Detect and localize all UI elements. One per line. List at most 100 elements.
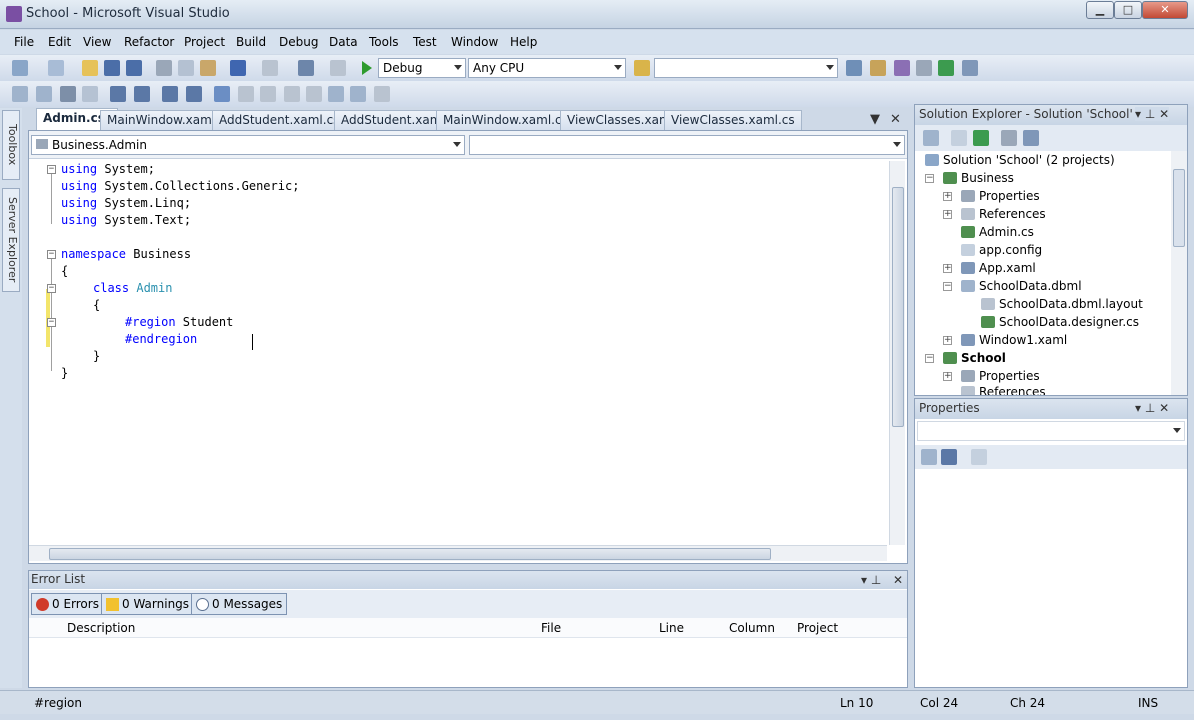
previous-bookmark-in-folder-icon[interactable] (284, 86, 300, 102)
clear-bookmarks-icon[interactable] (374, 86, 390, 102)
properties-object-combo[interactable] (917, 421, 1185, 441)
pane-controls[interactable]: ▾ ⊥ ✕ (1135, 107, 1170, 121)
tab-viewclasses-xaml[interactable]: ViewClasses.xaml (560, 110, 681, 130)
uncomment-icon[interactable] (186, 86, 202, 102)
tree-item-admin-cs[interactable]: Admin.cs (961, 223, 1034, 241)
undo-icon[interactable] (230, 60, 246, 76)
messages-filter-button[interactable]: 0 Messages (191, 593, 288, 615)
parameter-info-icon[interactable] (36, 86, 52, 102)
solution-explorer-scrollbar[interactable] (1171, 151, 1187, 395)
member-combo[interactable] (469, 135, 905, 155)
pane-controls[interactable]: ▾ ⊥ ✕ (1135, 401, 1169, 415)
expand-references-icon[interactable]: + (943, 210, 952, 219)
object-browser-icon[interactable] (894, 60, 910, 76)
open-folder-icon[interactable] (82, 60, 98, 76)
column-line[interactable]: Line (659, 621, 684, 635)
menu-help[interactable]: Help (510, 35, 537, 49)
errors-filter-button[interactable]: 0 Errors (31, 593, 104, 615)
menu-refactor[interactable]: Refactor (124, 35, 174, 49)
tree-item-business-project[interactable]: Business (943, 169, 1014, 187)
next-bookmark-icon[interactable] (260, 86, 276, 102)
display-object-member-list-icon[interactable] (12, 86, 28, 102)
paste-icon[interactable] (200, 60, 216, 76)
maximize-button[interactable]: □ (1114, 1, 1142, 19)
menu-project[interactable]: Project (184, 35, 225, 49)
start-debugging-icon[interactable] (362, 61, 372, 75)
tab-addstudent-xaml[interactable]: AddStudent.xaml (334, 110, 452, 130)
close-document-icon[interactable]: ✕ (890, 112, 901, 127)
command-window-icon[interactable] (962, 60, 978, 76)
toolbox-tab[interactable]: Toolbox (2, 110, 20, 180)
decrease-indent-icon[interactable] (110, 86, 126, 102)
navigate-backward-icon[interactable] (298, 60, 314, 76)
tree-item-school-references[interactable]: References (961, 383, 1046, 395)
next-bookmark-in-document-icon[interactable] (350, 86, 366, 102)
menu-tools[interactable]: Tools (369, 35, 399, 49)
tab-mainwindow-xaml[interactable]: MainWindow.xaml (100, 110, 223, 130)
column-file[interactable]: File (541, 621, 561, 635)
categorized-icon[interactable] (921, 449, 937, 465)
menu-test[interactable]: Test (413, 35, 437, 49)
find-combo[interactable] (654, 58, 838, 78)
view-class-diagram-icon[interactable] (1023, 130, 1039, 146)
editor-horizontal-scrollbar[interactable] (29, 545, 887, 561)
collapse-region-icon[interactable]: − (47, 318, 56, 327)
navigate-forward-icon[interactable] (330, 60, 346, 76)
scroll-thumb[interactable] (49, 548, 771, 560)
tree-item-properties[interactable]: Properties (961, 187, 1040, 205)
editor-vertical-scrollbar[interactable] (889, 161, 905, 545)
view-code-icon[interactable] (1001, 130, 1017, 146)
menu-data[interactable]: Data (329, 35, 358, 49)
tree-item-references[interactable]: References (961, 205, 1046, 223)
menu-edit[interactable]: Edit (48, 35, 71, 49)
menu-build[interactable]: Build (236, 35, 266, 49)
redo-icon[interactable] (262, 60, 278, 76)
tree-item-app-xaml[interactable]: App.xaml (961, 259, 1036, 277)
menu-window[interactable]: Window (451, 35, 498, 49)
tab-viewclasses-xaml-cs[interactable]: ViewClasses.xaml.cs (664, 110, 802, 130)
increase-indent-icon[interactable] (134, 86, 150, 102)
column-description[interactable]: Description (67, 621, 135, 635)
next-bookmark-in-folder-icon[interactable] (306, 86, 322, 102)
scroll-thumb[interactable] (892, 187, 904, 427)
scroll-thumb[interactable] (1173, 169, 1185, 247)
tab-mainwindow-xaml-cs[interactable]: MainWindow.xaml.cs (436, 110, 575, 130)
tree-item-solution[interactable]: Solution 'School' (2 projects) (925, 151, 1115, 169)
properties-window-icon[interactable] (870, 60, 886, 76)
expand-properties-icon[interactable]: + (943, 192, 952, 201)
expand-app-xaml-icon[interactable]: + (943, 264, 952, 273)
previous-bookmark-in-document-icon[interactable] (328, 86, 344, 102)
tree-item-schooldata-designer[interactable]: SchoolData.designer.cs (981, 313, 1139, 331)
tree-item-window1-xaml[interactable]: Window1.xaml (961, 331, 1067, 349)
type-combo[interactable]: Business.Admin (31, 135, 465, 155)
find-in-files-icon[interactable] (634, 60, 650, 76)
expand-window1-icon[interactable]: + (943, 336, 952, 345)
collapse-business-icon[interactable]: − (925, 174, 934, 183)
collapse-class-icon[interactable]: − (47, 284, 56, 293)
active-files-dropdown-icon[interactable]: ▼ (870, 112, 880, 127)
column-column[interactable]: Column (729, 621, 775, 635)
new-project-icon[interactable] (12, 60, 28, 76)
save-all-icon[interactable] (126, 60, 142, 76)
expand-school-properties-icon[interactable]: + (943, 372, 952, 381)
comment-out-icon[interactable] (162, 86, 178, 102)
close-panel-icon[interactable]: ✕ (893, 573, 903, 587)
close-button[interactable]: ✕ (1142, 1, 1188, 19)
save-icon[interactable] (104, 60, 120, 76)
tree-item-school-project[interactable]: School (943, 349, 1006, 367)
toggle-bookmark-icon[interactable] (214, 86, 230, 102)
solution-configuration-combo[interactable]: Debug (378, 58, 466, 78)
alphabetical-icon[interactable] (941, 449, 957, 465)
cut-icon[interactable] (156, 60, 172, 76)
server-explorer-tab[interactable]: Server Explorer (2, 188, 20, 292)
show-all-files-icon[interactable] (951, 130, 967, 146)
tree-item-schooldata-layout[interactable]: SchoolData.dbml.layout (981, 295, 1143, 313)
tree-item-app-config[interactable]: app.config (961, 241, 1042, 259)
collapse-school-icon[interactable]: − (925, 354, 934, 363)
tree-item-schooldata-dbml[interactable]: SchoolData.dbml (961, 277, 1082, 295)
collapse-schooldata-icon[interactable]: − (943, 282, 952, 291)
refresh-icon[interactable] (973, 130, 989, 146)
warnings-filter-button[interactable]: 0 Warnings (101, 593, 195, 615)
copy-icon[interactable] (178, 60, 194, 76)
properties-icon[interactable] (923, 130, 939, 146)
